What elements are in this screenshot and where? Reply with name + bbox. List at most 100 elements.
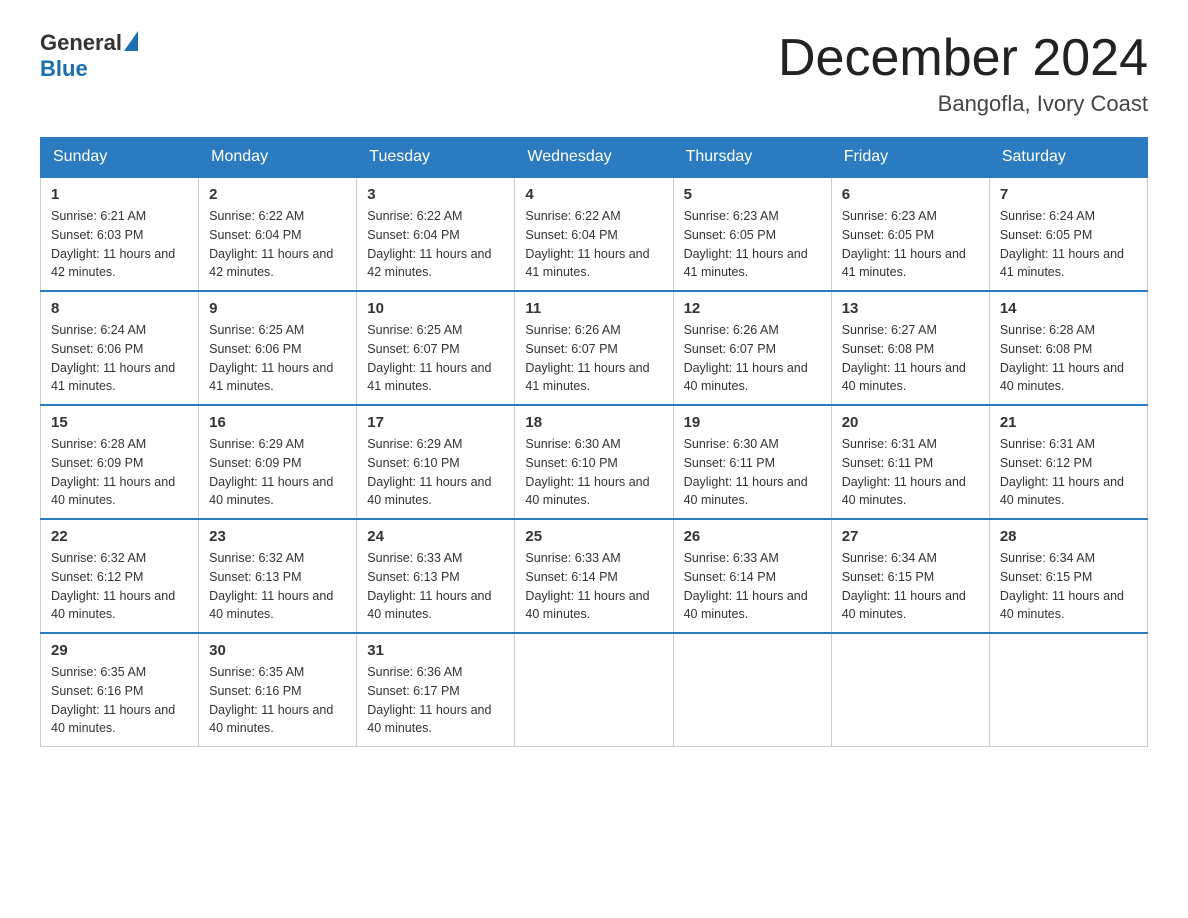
day-info: Sunrise: 6:24 AM Sunset: 6:06 PM Dayligh… (51, 321, 188, 396)
calendar-cell (673, 633, 831, 747)
calendar-cell: 17 Sunrise: 6:29 AM Sunset: 6:10 PM Dayl… (357, 405, 515, 519)
daylight-label: Daylight: 11 hours and 40 minutes. (1000, 475, 1124, 508)
day-number: 5 (684, 186, 821, 203)
sunrise-label: Sunrise: 6:31 AM (842, 437, 937, 451)
sunset-label: Sunset: 6:13 PM (209, 570, 301, 584)
day-number: 15 (51, 414, 188, 431)
daylight-label: Daylight: 11 hours and 40 minutes. (1000, 589, 1124, 622)
day-info: Sunrise: 6:31 AM Sunset: 6:12 PM Dayligh… (1000, 435, 1137, 510)
day-info: Sunrise: 6:34 AM Sunset: 6:15 PM Dayligh… (1000, 549, 1137, 624)
sunrise-label: Sunrise: 6:35 AM (51, 665, 146, 679)
daylight-label: Daylight: 11 hours and 40 minutes. (842, 361, 966, 394)
day-info: Sunrise: 6:34 AM Sunset: 6:15 PM Dayligh… (842, 549, 979, 624)
day-number: 11 (525, 300, 662, 317)
sunrise-label: Sunrise: 6:34 AM (1000, 551, 1095, 565)
sunset-label: Sunset: 6:05 PM (1000, 228, 1092, 242)
day-info: Sunrise: 6:22 AM Sunset: 6:04 PM Dayligh… (525, 207, 662, 282)
sunset-label: Sunset: 6:08 PM (1000, 342, 1092, 356)
day-number: 12 (684, 300, 821, 317)
day-number: 17 (367, 414, 504, 431)
day-info: Sunrise: 6:25 AM Sunset: 6:07 PM Dayligh… (367, 321, 504, 396)
sunset-label: Sunset: 6:05 PM (684, 228, 776, 242)
day-info: Sunrise: 6:29 AM Sunset: 6:10 PM Dayligh… (367, 435, 504, 510)
calendar-header-friday: Friday (831, 138, 989, 178)
calendar-cell: 1 Sunrise: 6:21 AM Sunset: 6:03 PM Dayli… (41, 177, 199, 291)
sunset-label: Sunset: 6:16 PM (209, 684, 301, 698)
day-info: Sunrise: 6:30 AM Sunset: 6:10 PM Dayligh… (525, 435, 662, 510)
sunrise-label: Sunrise: 6:26 AM (684, 323, 779, 337)
day-number: 18 (525, 414, 662, 431)
daylight-label: Daylight: 11 hours and 40 minutes. (525, 475, 649, 508)
daylight-label: Daylight: 11 hours and 42 minutes. (51, 247, 175, 280)
calendar-cell: 18 Sunrise: 6:30 AM Sunset: 6:10 PM Dayl… (515, 405, 673, 519)
sunrise-label: Sunrise: 6:34 AM (842, 551, 937, 565)
sunset-label: Sunset: 6:12 PM (1000, 456, 1092, 470)
sunrise-label: Sunrise: 6:24 AM (1000, 209, 1095, 223)
day-number: 2 (209, 186, 346, 203)
day-info: Sunrise: 6:26 AM Sunset: 6:07 PM Dayligh… (525, 321, 662, 396)
calendar-cell: 28 Sunrise: 6:34 AM Sunset: 6:15 PM Dayl… (989, 519, 1147, 633)
sunset-label: Sunset: 6:09 PM (209, 456, 301, 470)
sunrise-label: Sunrise: 6:23 AM (842, 209, 937, 223)
day-info: Sunrise: 6:22 AM Sunset: 6:04 PM Dayligh… (209, 207, 346, 282)
calendar-header-row: SundayMondayTuesdayWednesdayThursdayFrid… (41, 138, 1148, 178)
day-number: 1 (51, 186, 188, 203)
sunrise-label: Sunrise: 6:29 AM (209, 437, 304, 451)
sunset-label: Sunset: 6:06 PM (51, 342, 143, 356)
daylight-label: Daylight: 11 hours and 40 minutes. (525, 589, 649, 622)
calendar-cell: 15 Sunrise: 6:28 AM Sunset: 6:09 PM Dayl… (41, 405, 199, 519)
sunset-label: Sunset: 6:03 PM (51, 228, 143, 242)
day-number: 16 (209, 414, 346, 431)
day-number: 30 (209, 642, 346, 659)
sunrise-label: Sunrise: 6:32 AM (209, 551, 304, 565)
daylight-label: Daylight: 11 hours and 40 minutes. (51, 703, 175, 736)
calendar-cell: 24 Sunrise: 6:33 AM Sunset: 6:13 PM Dayl… (357, 519, 515, 633)
sunrise-label: Sunrise: 6:23 AM (684, 209, 779, 223)
daylight-label: Daylight: 11 hours and 41 minutes. (525, 247, 649, 280)
day-info: Sunrise: 6:35 AM Sunset: 6:16 PM Dayligh… (51, 663, 188, 738)
calendar-cell: 22 Sunrise: 6:32 AM Sunset: 6:12 PM Dayl… (41, 519, 199, 633)
calendar-header-monday: Monday (199, 138, 357, 178)
sunset-label: Sunset: 6:14 PM (684, 570, 776, 584)
sunset-label: Sunset: 6:13 PM (367, 570, 459, 584)
daylight-label: Daylight: 11 hours and 40 minutes. (51, 589, 175, 622)
sunset-label: Sunset: 6:15 PM (1000, 570, 1092, 584)
day-info: Sunrise: 6:23 AM Sunset: 6:05 PM Dayligh… (684, 207, 821, 282)
sunrise-label: Sunrise: 6:22 AM (525, 209, 620, 223)
daylight-label: Daylight: 11 hours and 40 minutes. (209, 475, 333, 508)
calendar-cell: 12 Sunrise: 6:26 AM Sunset: 6:07 PM Dayl… (673, 291, 831, 405)
sunset-label: Sunset: 6:04 PM (525, 228, 617, 242)
sunset-label: Sunset: 6:07 PM (684, 342, 776, 356)
sunset-label: Sunset: 6:04 PM (209, 228, 301, 242)
sunrise-label: Sunrise: 6:35 AM (209, 665, 304, 679)
daylight-label: Daylight: 11 hours and 40 minutes. (684, 475, 808, 508)
sunset-label: Sunset: 6:14 PM (525, 570, 617, 584)
calendar-cell: 19 Sunrise: 6:30 AM Sunset: 6:11 PM Dayl… (673, 405, 831, 519)
calendar-cell: 25 Sunrise: 6:33 AM Sunset: 6:14 PM Dayl… (515, 519, 673, 633)
daylight-label: Daylight: 11 hours and 40 minutes. (367, 589, 491, 622)
logo-general-text: General (40, 30, 122, 56)
calendar-cell: 13 Sunrise: 6:27 AM Sunset: 6:08 PM Dayl… (831, 291, 989, 405)
calendar-cell: 2 Sunrise: 6:22 AM Sunset: 6:04 PM Dayli… (199, 177, 357, 291)
day-info: Sunrise: 6:32 AM Sunset: 6:12 PM Dayligh… (51, 549, 188, 624)
day-number: 24 (367, 528, 504, 545)
daylight-label: Daylight: 11 hours and 42 minutes. (209, 247, 333, 280)
sunrise-label: Sunrise: 6:25 AM (209, 323, 304, 337)
day-number: 4 (525, 186, 662, 203)
daylight-label: Daylight: 11 hours and 41 minutes. (1000, 247, 1124, 280)
calendar-week-row: 22 Sunrise: 6:32 AM Sunset: 6:12 PM Dayl… (41, 519, 1148, 633)
daylight-label: Daylight: 11 hours and 40 minutes. (367, 703, 491, 736)
daylight-label: Daylight: 11 hours and 41 minutes. (842, 247, 966, 280)
day-info: Sunrise: 6:23 AM Sunset: 6:05 PM Dayligh… (842, 207, 979, 282)
sunrise-label: Sunrise: 6:28 AM (51, 437, 146, 451)
calendar-cell: 9 Sunrise: 6:25 AM Sunset: 6:06 PM Dayli… (199, 291, 357, 405)
sunset-label: Sunset: 6:11 PM (842, 456, 934, 470)
sunrise-label: Sunrise: 6:33 AM (525, 551, 620, 565)
daylight-label: Daylight: 11 hours and 40 minutes. (209, 703, 333, 736)
day-info: Sunrise: 6:33 AM Sunset: 6:13 PM Dayligh… (367, 549, 504, 624)
sunset-label: Sunset: 6:08 PM (842, 342, 934, 356)
calendar-cell: 27 Sunrise: 6:34 AM Sunset: 6:15 PM Dayl… (831, 519, 989, 633)
page-header: General Blue December 2024 Bangofla, Ivo… (40, 30, 1148, 117)
logo-blue-text: Blue (40, 56, 88, 82)
sunset-label: Sunset: 6:05 PM (842, 228, 934, 242)
